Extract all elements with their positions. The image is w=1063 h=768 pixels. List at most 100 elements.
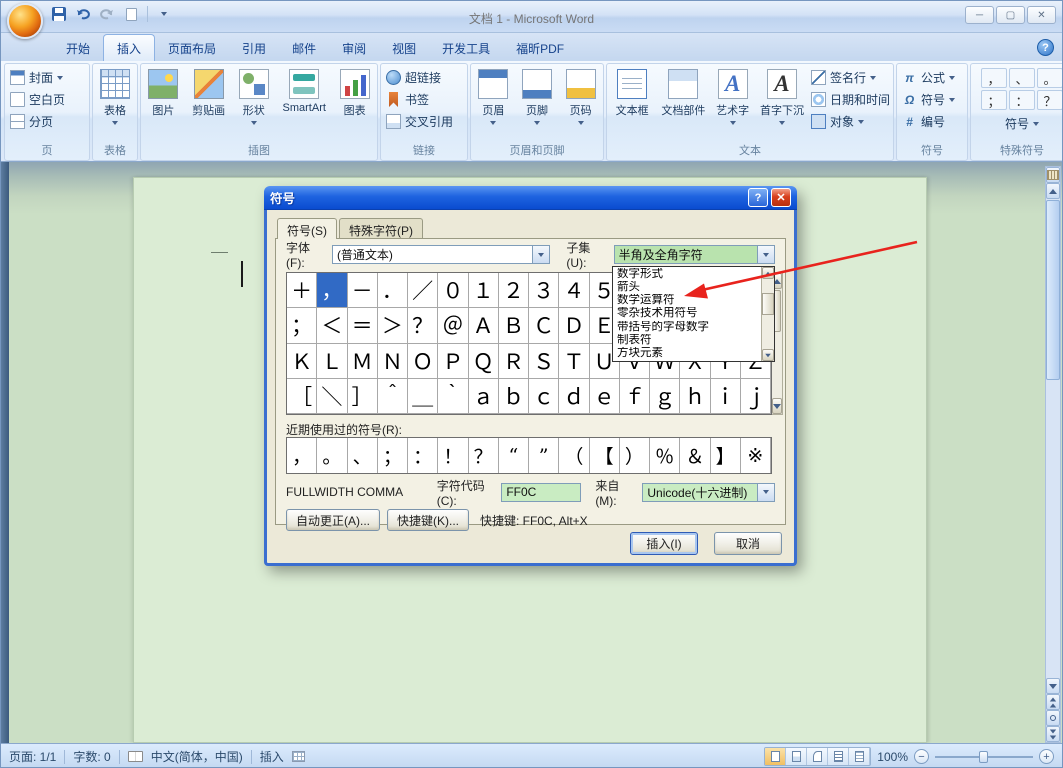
chart-button[interactable]: 图表 xyxy=(339,66,371,119)
symbol-cell[interactable]: Ｌ xyxy=(317,344,347,379)
scrollbar-track[interactable] xyxy=(1046,199,1060,678)
print-layout-view-button[interactable] xyxy=(765,748,786,765)
ribbon-tab[interactable]: 审阅 xyxy=(329,35,379,61)
symbol-cell[interactable]: ｈ xyxy=(680,379,710,414)
subset-option[interactable]: 零杂技术用符号 xyxy=(613,307,761,320)
symbol-cell[interactable]: ＼ xyxy=(317,379,347,414)
symbol-cell[interactable]: １ xyxy=(469,273,499,308)
symbol-cell[interactable]: ４ xyxy=(559,273,589,308)
recent-symbol-cell[interactable]: ！ xyxy=(438,438,468,473)
macro-record-icon[interactable] xyxy=(292,751,305,762)
symbol-cell[interactable]: ＋ xyxy=(287,273,317,308)
outline-view-button[interactable] xyxy=(828,748,849,765)
hyperlink-button[interactable]: 超链接 xyxy=(384,68,443,87)
from-dropdown-button[interactable] xyxy=(757,484,774,501)
wordart-button[interactable]: A艺术字 xyxy=(710,66,755,126)
symbol-cell[interactable]: ｊ xyxy=(741,379,771,414)
recent-symbol-cell[interactable]: ， xyxy=(287,438,317,473)
subset-option[interactable]: 箭头 xyxy=(613,281,761,294)
symbol-cell[interactable]: Ｋ xyxy=(287,344,317,379)
symbol-cell[interactable]: Ｎ xyxy=(378,344,408,379)
picture-button[interactable]: 图片 xyxy=(147,66,179,119)
header-button[interactable]: 页眉 xyxy=(477,66,509,126)
font-combobox[interactable]: (普通文本) xyxy=(332,245,550,264)
symbol-cell[interactable]: － xyxy=(348,273,378,308)
symbol-cell[interactable]: ｆ xyxy=(620,379,650,414)
subset-dropdown-button[interactable] xyxy=(757,246,774,263)
symbol-cell[interactable]: ［ xyxy=(287,379,317,414)
dialog-tab[interactable]: 符号(S) xyxy=(277,218,337,239)
ribbon-tab[interactable]: 页面布局 xyxy=(155,35,229,61)
recent-symbol-cell[interactable]: ） xyxy=(620,438,650,473)
punctuation-button[interactable]: ？ xyxy=(1037,90,1063,110)
recent-symbol-cell[interactable]: ＆ xyxy=(680,438,710,473)
symbol-cell[interactable]: ｉ xyxy=(711,379,741,414)
page-break-button[interactable]: 分页 xyxy=(8,112,55,131)
recent-symbol-cell[interactable]: ？ xyxy=(469,438,499,473)
symbol-cell[interactable]: Ｄ xyxy=(559,308,589,343)
symbol-cell[interactable]: Ｏ xyxy=(408,344,438,379)
symbol-cell[interactable]: ／ xyxy=(408,273,438,308)
ribbon-tab[interactable]: 开发工具 xyxy=(429,35,503,61)
word-count[interactable]: 字数: 0 xyxy=(73,748,110,765)
object-button[interactable]: 对象 xyxy=(809,112,866,131)
signature-line-button[interactable]: 签名行 xyxy=(809,68,878,87)
dropdown-scrollbar-thumb[interactable] xyxy=(762,293,774,315)
full-screen-reading-view-button[interactable] xyxy=(786,748,807,765)
office-button[interactable] xyxy=(7,3,43,39)
select-browse-object-button[interactable] xyxy=(1046,710,1060,726)
dialog-help-button[interactable]: ? xyxy=(748,188,768,207)
symbol-cell[interactable]: Ｍ xyxy=(348,344,378,379)
minimize-button[interactable]: ─ xyxy=(965,6,994,24)
recent-symbol-cell[interactable]: 】 xyxy=(711,438,741,473)
bookmark-button[interactable]: 书签 xyxy=(384,90,431,109)
punctuation-button[interactable]: ， xyxy=(981,68,1007,88)
insert-button[interactable]: 插入(I) xyxy=(630,532,698,555)
blank-page-button[interactable]: 空白页 xyxy=(8,90,67,109)
cover-page-button[interactable]: 封面 xyxy=(8,68,65,87)
drop-cap-button[interactable]: A首字下沉 xyxy=(756,66,808,126)
punctuation-button[interactable]: ： xyxy=(1009,90,1035,110)
dialog-close-button[interactable]: ✕ xyxy=(771,188,791,207)
symbol-cell[interactable]: ｇ xyxy=(650,379,680,414)
table-button[interactable]: 表格 xyxy=(99,66,131,126)
shapes-button[interactable]: 形状 xyxy=(238,66,270,126)
recent-symbol-cell[interactable]: ％ xyxy=(650,438,680,473)
ribbon-tab[interactable]: 福昕PDF xyxy=(503,35,577,61)
scroll-down-button[interactable] xyxy=(1046,678,1060,694)
subset-option[interactable]: 制表符 xyxy=(613,334,761,347)
footer-button[interactable]: 页脚 xyxy=(521,66,553,126)
symbol-cell[interactable]: ， xyxy=(317,273,347,308)
recent-symbol-cell[interactable]: ” xyxy=(529,438,559,473)
next-page-button[interactable] xyxy=(1046,726,1060,742)
recent-symbol-cell[interactable]: ※ xyxy=(741,438,771,473)
dropdown-scroll-down-button[interactable] xyxy=(762,349,774,361)
symbol-cell[interactable]: ２ xyxy=(499,273,529,308)
dropdown-scrollbar[interactable] xyxy=(761,267,774,361)
symbol-cell[interactable]: ＜ xyxy=(317,308,347,343)
symbol-cell[interactable]: ＾ xyxy=(378,379,408,414)
recent-symbol-cell[interactable]: （ xyxy=(559,438,589,473)
symbol-cell[interactable]: ］ xyxy=(348,379,378,414)
dialog-title-bar[interactable]: 符号 ? ✕ xyxy=(264,186,797,210)
punctuation-button[interactable]: 。 xyxy=(1037,68,1063,88)
font-dropdown-button[interactable] xyxy=(532,246,549,263)
subset-option[interactable]: 数字形式 xyxy=(613,268,761,281)
symbol-cell[interactable]: ｅ xyxy=(590,379,620,414)
cross-reference-button[interactable]: 交叉引用 xyxy=(384,112,455,131)
ribbon-tab[interactable]: 开始 xyxy=(53,35,103,61)
symbol-cell[interactable]: ＝ xyxy=(348,308,378,343)
zoom-out-button[interactable]: − xyxy=(914,749,929,764)
web-layout-view-button[interactable] xyxy=(807,748,828,765)
subset-option[interactable]: 方块元素 xyxy=(613,347,761,360)
symbol-cell[interactable]: ｄ xyxy=(559,379,589,414)
page-number-button[interactable]: 页码 xyxy=(565,66,597,126)
recent-symbol-cell[interactable]: “ xyxy=(499,438,529,473)
symbol-cell[interactable]: Ｃ xyxy=(529,308,559,343)
special-symbol-button[interactable]: 符号 xyxy=(1003,114,1041,133)
help-button[interactable]: ? xyxy=(1037,39,1054,56)
page-indicator[interactable]: 页面: 1/1 xyxy=(9,748,56,765)
subset-combobox[interactable]: 半角及全角字符 xyxy=(614,245,775,264)
symbol-cell[interactable]: Ａ xyxy=(469,308,499,343)
ribbon-tab[interactable]: 插入 xyxy=(103,34,155,61)
